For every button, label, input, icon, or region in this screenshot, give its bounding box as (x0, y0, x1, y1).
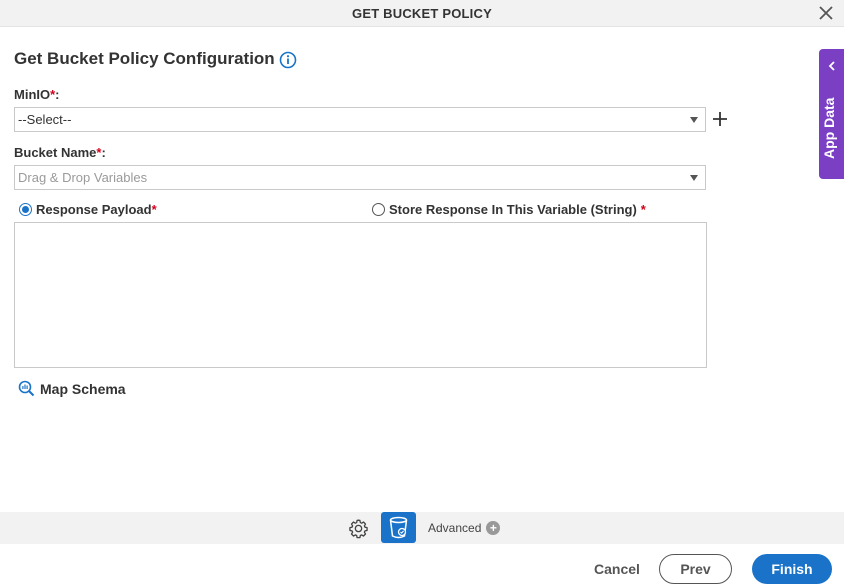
bucket-policy-button[interactable] (381, 512, 416, 543)
close-icon[interactable] (818, 5, 834, 21)
prev-button[interactable]: Prev (659, 554, 732, 584)
response-payload-textarea[interactable] (14, 222, 707, 368)
info-icon[interactable] (279, 51, 297, 69)
map-schema-button[interactable]: Map Schema (18, 380, 126, 397)
response-payload-option[interactable]: Response Payload * (19, 202, 157, 217)
minio-select-value: --Select-- (18, 112, 72, 127)
add-icon[interactable] (712, 111, 728, 127)
dialog-titlebar: GET BUCKET POLICY (0, 0, 844, 27)
minio-select[interactable]: --Select-- (14, 107, 706, 132)
chevron-down-icon (690, 175, 698, 181)
app-data-label: App Data (821, 97, 837, 159)
plus-circle-icon: + (486, 521, 501, 535)
chevron-down-icon (690, 117, 698, 123)
map-schema-icon (18, 380, 35, 397)
advanced-button[interactable]: Advanced + (428, 521, 501, 535)
bucket-name-field[interactable]: Drag & Drop Variables (14, 165, 706, 190)
app-data-tab[interactable]: App Data (819, 49, 844, 179)
chevron-left-icon (828, 61, 835, 71)
bucket-icon (389, 516, 408, 539)
store-response-option[interactable]: Store Response In This Variable (String)… (372, 202, 646, 217)
store-response-radio[interactable] (372, 203, 385, 216)
dialog-title: GET BUCKET POLICY (352, 6, 492, 21)
response-payload-radio[interactable] (19, 203, 32, 216)
minio-label: MinIO*: (14, 87, 60, 102)
bucket-name-label: Bucket Name*: (14, 145, 106, 160)
bottom-toolbar: Advanced + (0, 512, 844, 544)
finish-button[interactable]: Finish (752, 554, 832, 584)
gear-icon[interactable] (348, 518, 369, 539)
page-title: Get Bucket Policy Configuration (14, 49, 275, 68)
cancel-button[interactable]: Cancel (580, 561, 654, 577)
bucket-name-placeholder: Drag & Drop Variables (18, 170, 148, 185)
